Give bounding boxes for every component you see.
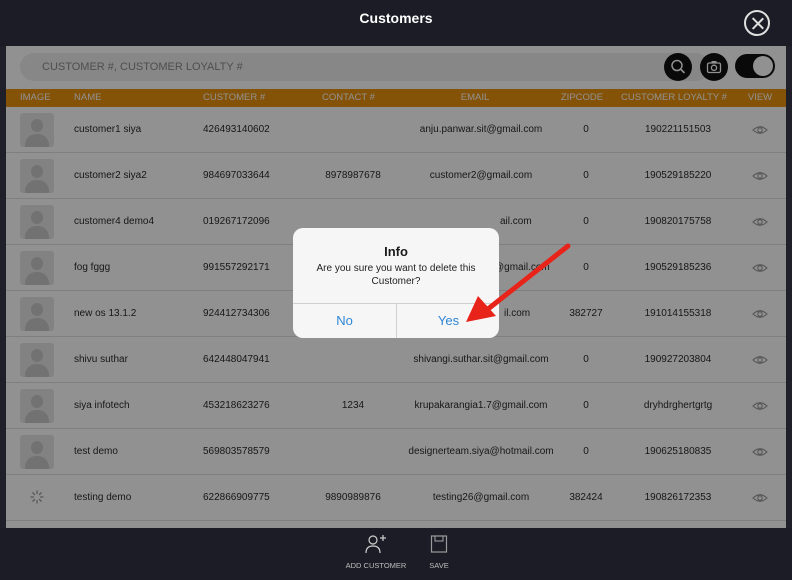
- save-label: SAVE: [429, 561, 449, 570]
- page-title: Customers: [359, 10, 433, 26]
- close-icon[interactable]: [744, 10, 770, 36]
- dialog-title: Info: [384, 244, 408, 259]
- dialog-message: Are you sure you want to delete this Cus…: [316, 263, 476, 287]
- save-icon: [430, 535, 448, 553]
- add-customer-button[interactable]: ADD CUSTOMER: [340, 534, 412, 570]
- app-window: Customers IMAGE NAME: [0, 0, 792, 580]
- no-button[interactable]: No: [293, 304, 396, 338]
- add-user-icon: [365, 535, 386, 554]
- yes-button[interactable]: Yes: [397, 304, 499, 338]
- save-button[interactable]: SAVE: [420, 534, 458, 570]
- title-bar: Customers: [0, 0, 792, 46]
- confirm-dialog: Info Are you sure you want to delete thi…: [293, 228, 499, 338]
- bottom-toolbar: ADD CUSTOMER SAVE: [0, 528, 792, 580]
- add-customer-label: ADD CUSTOMER: [345, 561, 407, 570]
